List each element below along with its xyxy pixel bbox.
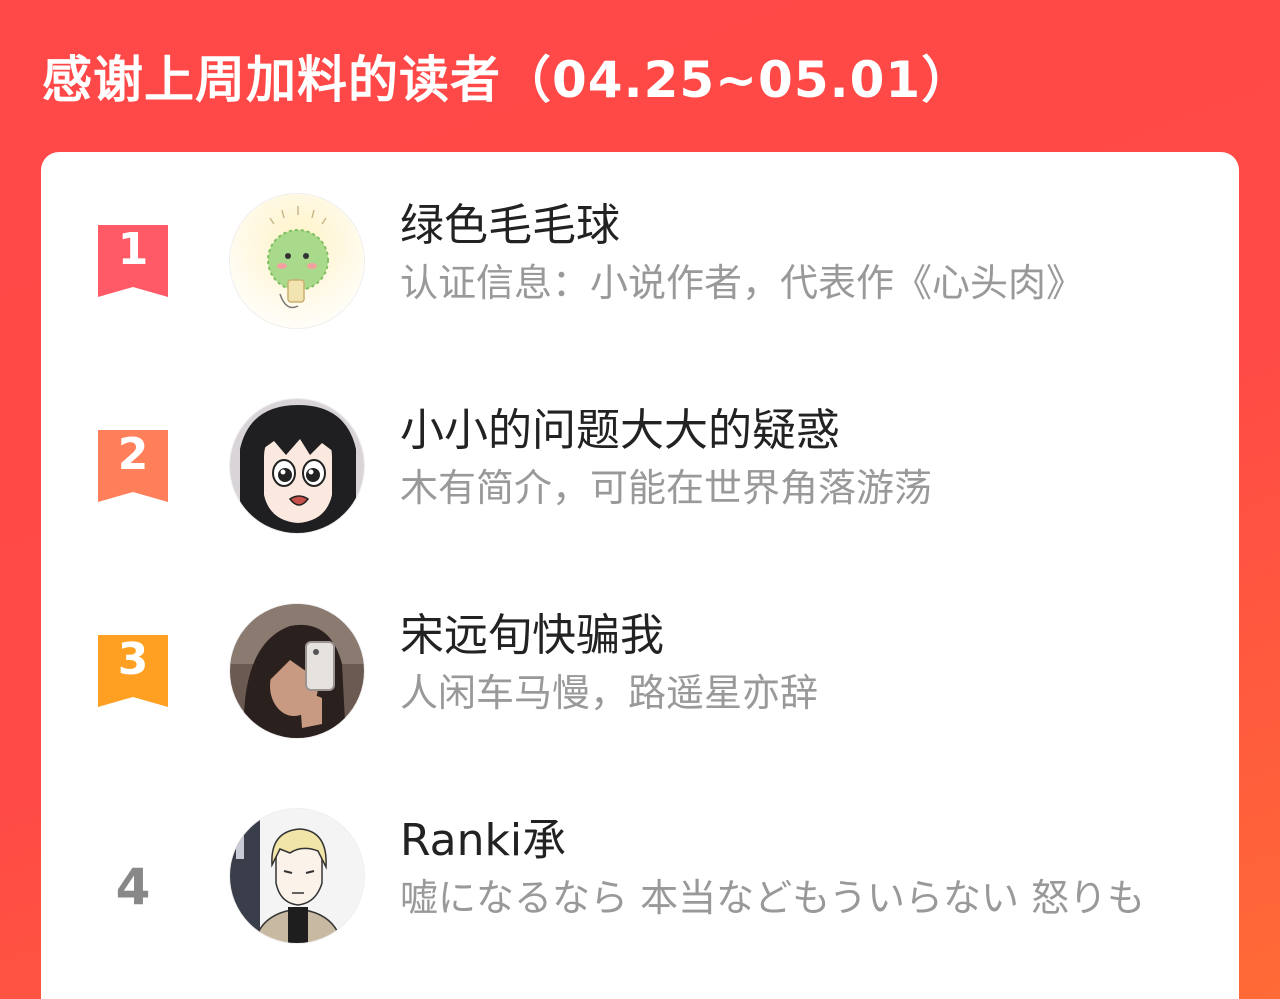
avatar[interactable] (229, 603, 365, 739)
rank-number: 3 (117, 634, 149, 685)
rank-badge: 2 (98, 430, 168, 502)
reader-row[interactable]: 1 绿色毛毛球 认证信息：小说作者，代表作《心头肉》 (41, 152, 1239, 329)
avatar[interactable] (229, 193, 365, 329)
page-title: 感谢上周加料的读者（04.25~05.01） (42, 51, 973, 109)
reader-row[interactable]: 3 宋远旬快骗我 人闲车马慢，路遥星亦辞 (41, 562, 1239, 739)
reader-bio: 人闲车马慢，路遥星亦辞 (400, 671, 819, 715)
reader-bio: 嘘になるなら 本当などもういらない 怒りも (400, 876, 1146, 920)
rank-number: 1 (117, 224, 149, 275)
reader-bio: 认证信息：小说作者，代表作《心头肉》 (400, 261, 1085, 305)
reader-name[interactable]: 绿色毛毛球 (400, 196, 620, 256)
rank-badge: 3 (98, 635, 168, 707)
reader-name[interactable]: 小小的问题大大的疑惑 (400, 401, 840, 461)
rank-number: 2 (117, 429, 149, 480)
blonde-anime-boy-avatar-icon (230, 809, 364, 943)
avatar[interactable] (229, 398, 365, 534)
reader-row[interactable]: 2 小小的问题大大的疑惑 木有简介，可能在世界角落游荡 (41, 357, 1239, 534)
rank-badge: 1 (98, 225, 168, 297)
mirror-selfie-avatar-icon (230, 604, 364, 738)
avatar[interactable] (229, 808, 365, 944)
green-furball-avatar-icon (230, 194, 364, 328)
reader-row[interactable]: 4 Ranki承 嘘になるなら 本当などもういらない 怒りも (41, 767, 1239, 944)
reader-bio: 木有简介，可能在世界角落游荡 (400, 466, 933, 510)
reader-name[interactable]: Ranki承 (400, 811, 566, 871)
anime-girl-avatar-icon (230, 399, 364, 533)
rank-number: 4 (115, 858, 151, 916)
reader-list-card: 1 绿色毛毛球 认证信息：小说作者，代表作《心头肉》 2 小小的问题大大的疑惑 … (41, 152, 1239, 999)
page: 感谢上周加料的读者（04.25~05.01） 1 绿色毛毛球 认证信息：小说作者… (0, 0, 1280, 999)
reader-name[interactable]: 宋远旬快骗我 (400, 606, 664, 666)
